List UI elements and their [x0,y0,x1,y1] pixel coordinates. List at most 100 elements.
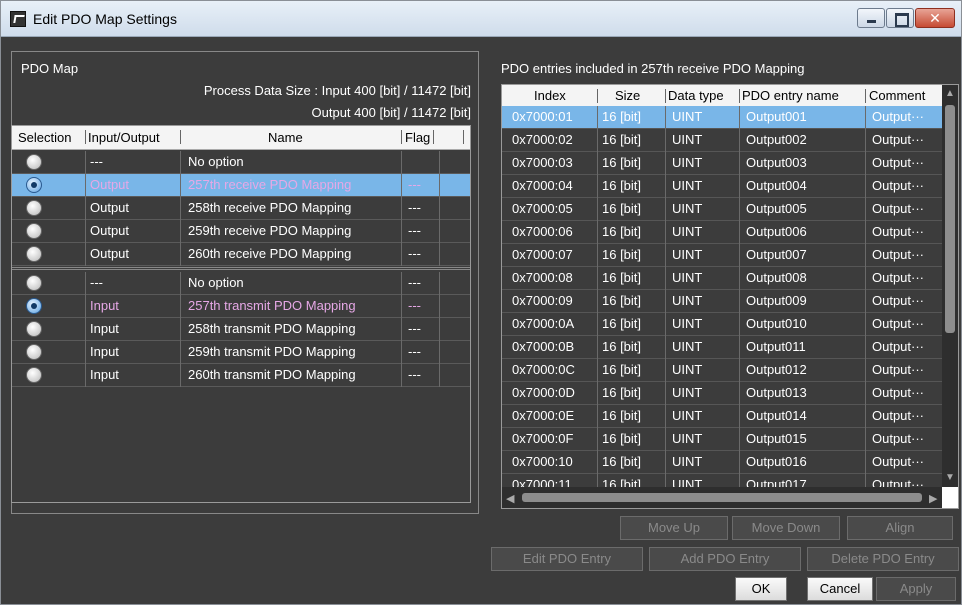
ok-button[interactable]: OK [735,577,787,601]
pdo-map-label: PDO Map [21,61,79,76]
entry-name: Output008 [746,270,807,285]
pdo-entry-row[interactable]: 0x7000:05 16 [bit] UINT Output005 Output··· [502,198,942,221]
pdo-entry-row[interactable]: 0x7000:0F 16 [bit] UINT Output015 Output··· [502,428,942,451]
radio-icon[interactable] [26,154,42,170]
col-data-type[interactable]: Data type [668,88,724,103]
pdo-entry-row[interactable]: 0x7000:01 16 [bit] UINT Output001 Output··· [502,106,942,129]
add-pdo-entry-button[interactable]: Add PDO Entry [649,547,801,571]
pdo-entry-row[interactable]: 0x7000:07 16 [bit] UINT Output007 Output··· [502,244,942,267]
row-io: Output [90,223,130,238]
pdo-map-row[interactable]: Output 260th receive PDO Mapping --- [12,243,470,266]
entry-name: Output013 [746,385,807,400]
process-size-input: Process Data Size : Input 400 [bit] / 11… [203,83,471,98]
col-flag[interactable]: Flag [405,130,430,145]
radio-icon[interactable] [26,200,42,216]
pdo-entry-row[interactable]: 0x7000:09 16 [bit] UINT Output009 Output··· [502,290,942,313]
radio-icon[interactable] [26,367,42,383]
scroll-up-icon[interactable]: ▲ [945,89,955,99]
entry-index: 0x7000:10 [512,454,573,469]
entry-name: Output001 [746,109,807,124]
scroll-left-icon[interactable]: ◀ [506,492,514,505]
apply-button[interactable]: Apply [876,577,956,601]
entry-index: 0x7000:0A [512,316,575,331]
row-name: 260th receive PDO Mapping [188,246,352,261]
edit-pdo-entry-button[interactable]: Edit PDO Entry [491,547,643,571]
scroll-right-icon[interactable]: ▶ [929,492,937,505]
scroll-down-icon[interactable]: ▼ [945,473,955,483]
radio-icon[interactable] [26,246,42,262]
pdo-entry-row[interactable]: 0x7000:0B 16 [bit] UINT Output011 Output··· [502,336,942,359]
entry-comment: Output··· [872,339,925,354]
cancel-button[interactable]: Cancel [807,577,873,601]
radio-icon[interactable] [26,321,42,337]
app-icon [10,11,26,27]
pdo-map-row[interactable]: Input 257th transmit PDO Mapping --- [12,295,470,318]
pdo-map-row[interactable]: Input 258th transmit PDO Mapping --- [12,318,470,341]
col-comment[interactable]: Comment [869,88,925,103]
entry-size: 16 [bit] [602,155,642,170]
entry-size: 16 [bit] [602,132,642,147]
vertical-scrollbar[interactable]: ▲ ▼ [942,85,958,487]
entry-index: 0x7000:0D [512,385,575,400]
radio-icon[interactable] [26,223,42,239]
entry-comment: Output··· [872,224,925,239]
pdo-map-row[interactable]: Output 258th receive PDO Mapping --- [12,197,470,220]
pdo-map-row[interactable]: --- No option [12,151,470,174]
minimize-icon[interactable] [857,8,885,28]
close-button[interactable]: ✕ [915,8,955,28]
pdo-entries-label: PDO entries included in 257th receive PD… [501,61,805,76]
row-io: Output [90,246,130,261]
pdo-map-row[interactable]: Input 260th transmit PDO Mapping --- [12,364,470,387]
col-size[interactable]: Size [615,88,640,103]
align-button[interactable]: Align [847,516,953,540]
delete-pdo-entry-button[interactable]: Delete PDO Entry [807,547,959,571]
pdo-entry-row[interactable]: 0x7000:0A 16 [bit] UINT Output010 Output··· [502,313,942,336]
pdo-entry-row[interactable]: 0x7000:03 16 [bit] UINT Output003 Output··· [502,152,942,175]
col-index[interactable]: Index [534,88,566,103]
entry-name: Output005 [746,201,807,216]
pdo-entry-row[interactable]: 0x7000:02 16 [bit] UINT Output002 Output··· [502,129,942,152]
radio-icon[interactable] [26,275,42,291]
pdo-map-row[interactable]: --- No option --- [12,272,470,295]
pdo-entry-row[interactable]: 0x7000:06 16 [bit] UINT Output006 Output··· [502,221,942,244]
entry-size: 16 [bit] [602,316,642,331]
col-input-output[interactable]: Input/Output [88,130,160,145]
entry-data-type: UINT [672,247,703,262]
entry-index: 0x7000:0B [512,339,575,354]
pdo-entry-row[interactable]: 0x7000:08 16 [bit] UINT Output008 Output··· [502,267,942,290]
pdo-entry-row[interactable]: 0x7000:0E 16 [bit] UINT Output014 Output··· [502,405,942,428]
col-name[interactable]: Name [268,130,303,145]
entry-size: 16 [bit] [602,224,642,239]
pdo-entry-row[interactable]: 0x7000:04 16 [bit] UINT Output004 Output··· [502,175,942,198]
horizontal-scrollbar[interactable]: ◀ ▶ [502,487,942,508]
radio-icon[interactable] [26,298,42,314]
entry-data-type: UINT [672,316,703,331]
pdo-entry-row[interactable]: 0x7000:0C 16 [bit] UINT Output012 Output··· [502,359,942,382]
row-name: 258th receive PDO Mapping [188,200,352,215]
move-down-button[interactable]: Move Down [732,516,840,540]
pdo-map-row[interactable]: Output 259th receive PDO Mapping --- [12,220,470,243]
radio-icon[interactable] [26,177,42,193]
entry-index: 0x7000:0F [512,431,574,446]
entry-comment: Output··· [872,362,925,377]
pdo-map-row[interactable]: Output 257th receive PDO Mapping --- [12,174,470,197]
row-name: No option [188,275,244,290]
col-selection[interactable]: Selection [18,130,71,145]
entry-comment: Output··· [872,431,925,446]
entry-size: 16 [bit] [602,385,642,400]
pdo-entries-table-header: Index Size Data type PDO entry name Comm… [502,85,942,106]
maximize-icon[interactable] [886,8,914,28]
col-pdo-entry-name[interactable]: PDO entry name [742,88,839,103]
move-up-button[interactable]: Move Up [620,516,728,540]
entry-index: 0x7000:02 [512,132,573,147]
horizontal-scroll-thumb[interactable] [522,493,922,502]
entry-name: Output009 [746,293,807,308]
entry-size: 16 [bit] [602,408,642,423]
pdo-entry-row[interactable]: 0x7000:10 16 [bit] UINT Output016 Output··· [502,451,942,474]
vertical-scroll-thumb[interactable] [945,105,955,333]
entry-size: 16 [bit] [602,293,642,308]
pdo-entry-row[interactable]: 0x7000:0D 16 [bit] UINT Output013 Output··· [502,382,942,405]
pdo-map-row[interactable]: Input 259th transmit PDO Mapping --- [12,341,470,364]
radio-icon[interactable] [26,344,42,360]
row-name: No option [188,154,244,169]
